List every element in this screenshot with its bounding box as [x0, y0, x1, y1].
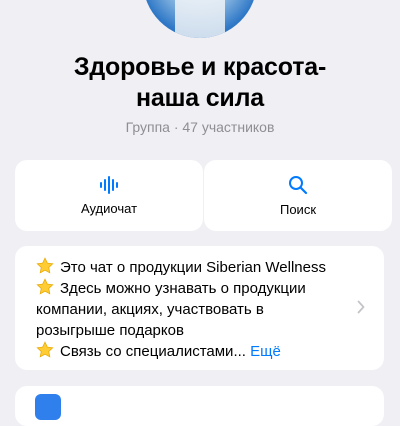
- star-emoji-icon: [36, 257, 54, 274]
- chevron-right-icon: [357, 300, 365, 314]
- star-emoji-icon: [36, 341, 54, 358]
- show-more-link[interactable]: Ещё: [250, 343, 281, 360]
- group-title-line-2: наша сила: [136, 84, 264, 112]
- description-line-2-text: Здесь можно узнавать о продукции: [60, 280, 306, 297]
- group-subtitle: Группа · 47 участников: [125, 119, 275, 135]
- star-emoji-icon: [36, 278, 54, 295]
- group-title-line-1: Здоровье и красота-: [73, 53, 327, 81]
- description-line: розыгрыше подарков: [36, 322, 184, 339]
- group-description-card[interactable]: Это чат о продукции Siberian Wellness Зд…: [15, 246, 384, 370]
- group-title: Здоровье и красота- наша сила: [0, 52, 400, 114]
- app-icon: [35, 394, 61, 420]
- audio-chat-button[interactable]: Аудиочат: [15, 160, 203, 231]
- description-line: компании, акциях, участвовать в: [36, 301, 264, 318]
- search-button[interactable]: Поиск: [204, 160, 392, 231]
- magnifier-icon: [289, 175, 308, 194]
- bottom-list-item[interactable]: [15, 386, 384, 426]
- audio-chat-label: Аудиочат: [80, 200, 138, 216]
- search-label: Поиск: [279, 201, 317, 217]
- group-description: Это чат о продукции Siberian Wellness Зд…: [36, 257, 356, 362]
- description-line: Здесь можно узнавать о продукции: [36, 278, 356, 299]
- description-line: Это чат о продукции Siberian Wellness: [36, 257, 356, 278]
- group-avatar[interactable]: [143, 0, 257, 38]
- description-line-1-text: Это чат о продукции Siberian Wellness: [60, 259, 326, 276]
- description-line-5-text: Связь со специалистами...: [60, 343, 246, 360]
- waveform-icon: [100, 175, 118, 194]
- avatar-figure: [175, 0, 225, 38]
- description-line: Связь со специалистами... Ещё: [36, 341, 356, 362]
